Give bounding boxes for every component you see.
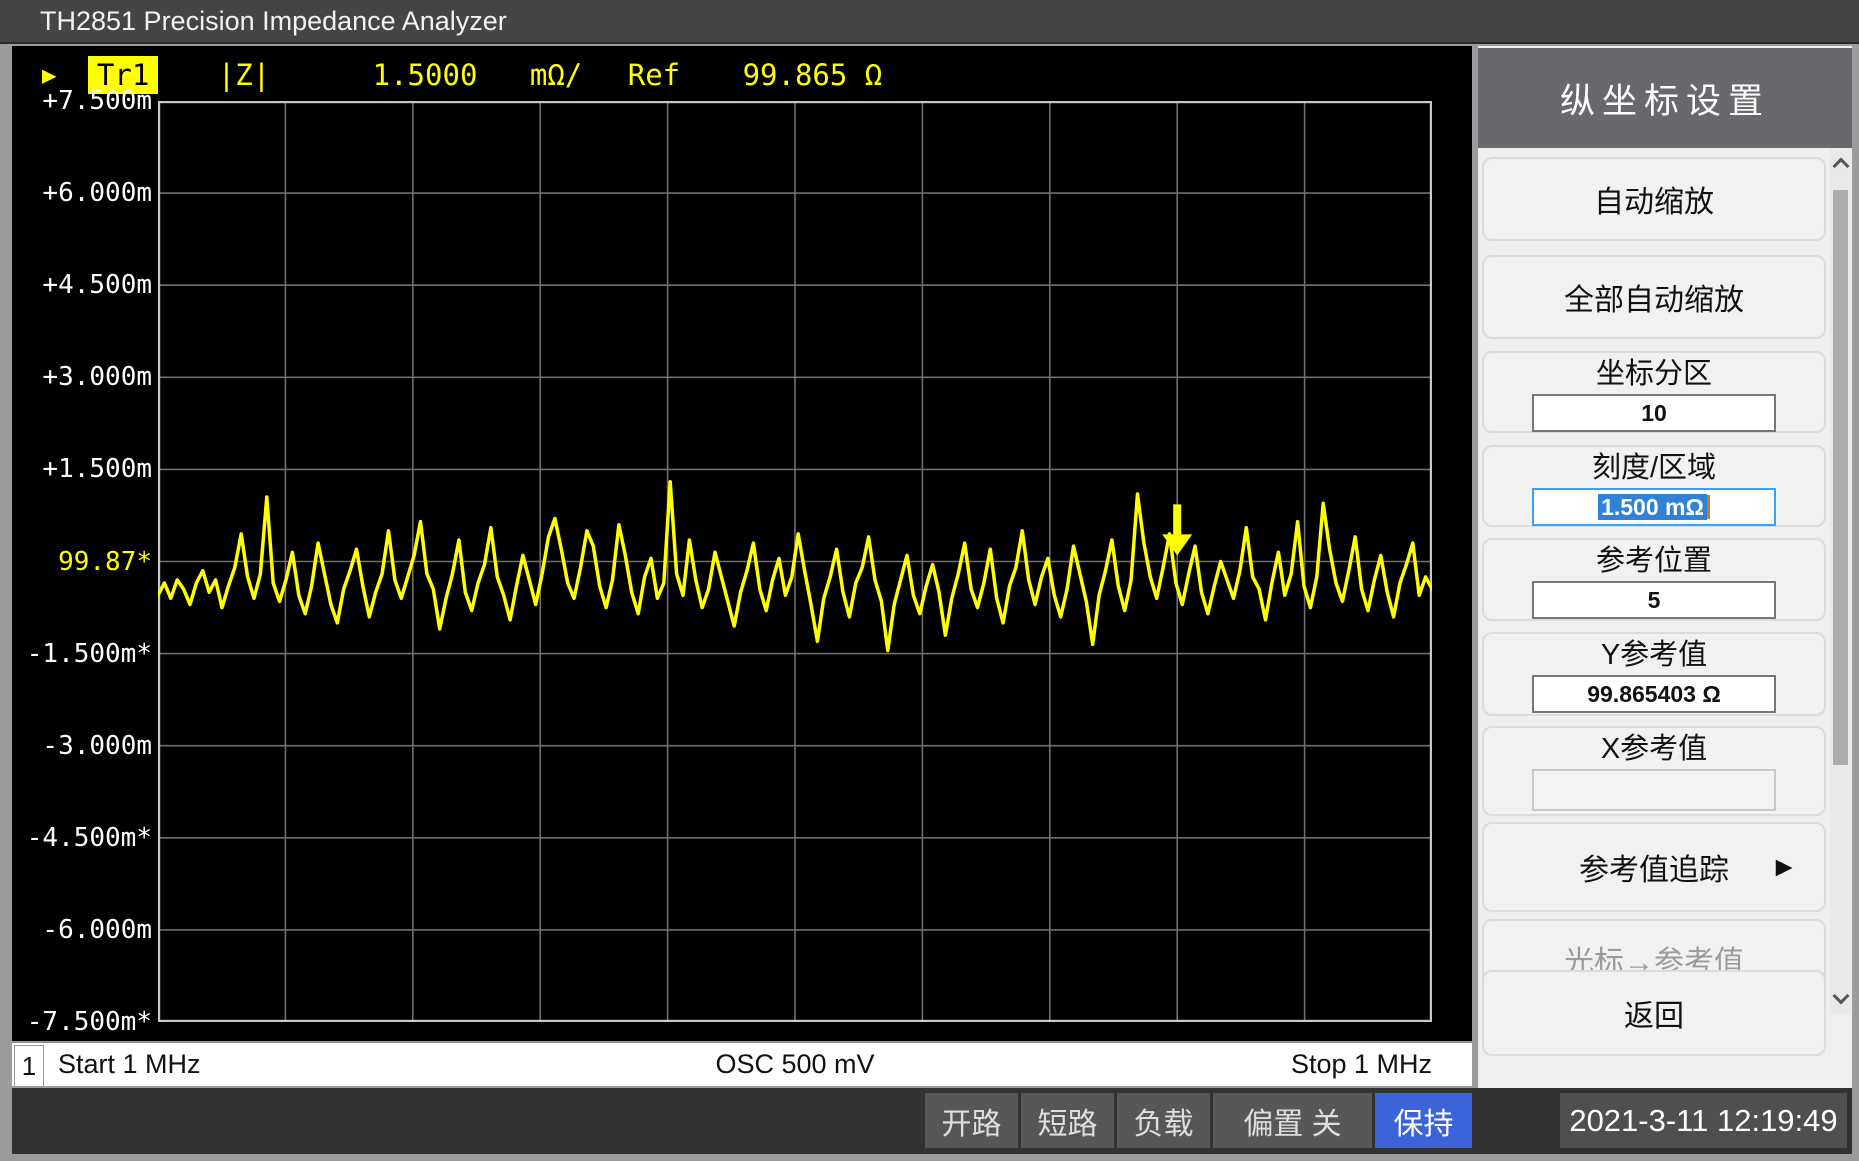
- trace-ref-value: 99.865 Ω: [743, 56, 883, 94]
- divisions-group: 坐标分区 10: [1482, 351, 1826, 433]
- osc-level-label: OSC 500 mV: [158, 1043, 1432, 1085]
- chart-panel: ▶ Tr1 |Z| 1.5000 mΩ/ Ref 99.865 Ω +7.500…: [12, 46, 1472, 1041]
- softkey-sidebar: 纵坐标设置 自动缩放 全部自动缩放 坐标分区 10 刻度/区域 1.500 mΩ…: [1478, 46, 1852, 1088]
- bottom-bar-button-3[interactable]: 偏置 关: [1213, 1093, 1372, 1148]
- divisions-input[interactable]: 10: [1532, 394, 1776, 432]
- y-axis-label: -7.500m*: [12, 1006, 156, 1039]
- y-reference-label: Y参考值: [1601, 637, 1707, 673]
- y-axis-label: -4.500m*: [12, 822, 156, 855]
- scroll-down-icon[interactable]: [1833, 988, 1850, 1005]
- analyzer-window: TH2851 Precision Impedance Analyzer ▶ Tr…: [0, 0, 1859, 1161]
- autoscale-all-button[interactable]: 全部自动缩放: [1482, 255, 1826, 339]
- y-axis-reference-label: 99.87*: [12, 546, 156, 579]
- trace-scale-unit: mΩ/: [530, 56, 582, 94]
- bottom-bar-button-4[interactable]: 保持: [1375, 1093, 1472, 1148]
- sidebar-scrollbar[interactable]: [1830, 148, 1851, 1014]
- y-axis-label: +3.000m: [12, 361, 156, 394]
- bottom-bar: 开路短路负载偏置 关保持 2021-3-11 12:19:49: [12, 1088, 1852, 1154]
- text-caret: [1707, 495, 1710, 519]
- autoscale-button[interactable]: 自动缩放: [1482, 157, 1826, 241]
- title-bar: TH2851 Precision Impedance Analyzer: [0, 0, 1859, 44]
- divisions-label: 坐标分区: [1596, 356, 1712, 392]
- bottom-bar-button-0[interactable]: 开路: [925, 1093, 1018, 1148]
- trace-header: ▶ Tr1 |Z| 1.5000 mΩ/ Ref 99.865 Ω: [42, 56, 882, 94]
- y-axis-label: -1.500m*: [12, 638, 156, 671]
- sweep-stop-label: Stop 1 MHz: [1291, 1043, 1432, 1085]
- datetime-display: 2021-3-11 12:19:49: [1560, 1093, 1847, 1148]
- scale-per-div-group: 刻度/区域 1.500 mΩ: [1482, 445, 1826, 527]
- y-axis-label: -6.000m: [12, 914, 156, 947]
- trace-scale-value: 1.5000: [373, 56, 478, 94]
- x-reference-label: X参考值: [1601, 731, 1707, 767]
- scroll-up-icon[interactable]: [1833, 158, 1850, 175]
- scrollbar-thumb[interactable]: [1833, 190, 1848, 765]
- submenu-arrow-icon: ►: [1770, 851, 1798, 883]
- selected-text: 1.500 mΩ: [1598, 494, 1707, 520]
- reference-tracking-button[interactable]: 参考值追踪 ►: [1482, 822, 1826, 912]
- scale-per-div-label: 刻度/区域: [1592, 450, 1716, 486]
- y-reference-group: Y参考值 99.865403 Ω: [1482, 632, 1826, 716]
- y-axis-label: +7.500m: [12, 85, 156, 118]
- sidebar-title: 纵坐标设置: [1478, 48, 1852, 148]
- page-title: TH2851 Precision Impedance Analyzer: [40, 0, 507, 42]
- grid-svg: [158, 101, 1432, 1022]
- y-axis-label: +4.500m: [12, 269, 156, 302]
- plot-area: [158, 101, 1432, 1022]
- channel-tab[interactable]: 1: [14, 1045, 44, 1086]
- trace-ref-label: Ref: [628, 56, 680, 94]
- reference-position-label: 参考位置: [1596, 543, 1712, 579]
- bottom-bar-button-1[interactable]: 短路: [1021, 1093, 1114, 1148]
- y-axis-label: -3.000m: [12, 730, 156, 763]
- scale-per-div-input[interactable]: 1.500 mΩ: [1532, 488, 1776, 526]
- bottom-bar-button-2[interactable]: 负载: [1117, 1093, 1210, 1148]
- x-reference-group: X参考值: [1482, 726, 1826, 816]
- y-axis-label: +1.500m: [12, 453, 156, 486]
- return-button[interactable]: 返回: [1482, 970, 1826, 1056]
- x-reference-input: [1532, 769, 1776, 811]
- y-axis-label: +6.000m: [12, 177, 156, 210]
- y-reference-input[interactable]: 99.865403 Ω: [1532, 675, 1776, 713]
- sweep-status-strip: 1 Start 1 MHz OSC 500 mV Stop 1 MHz: [12, 1042, 1472, 1086]
- reference-position-group: 参考位置 5: [1482, 538, 1826, 621]
- reference-tracking-label: 参考值追踪: [1579, 845, 1729, 889]
- reference-position-input[interactable]: 5: [1532, 581, 1776, 619]
- trace-parameter: |Z|: [218, 56, 270, 94]
